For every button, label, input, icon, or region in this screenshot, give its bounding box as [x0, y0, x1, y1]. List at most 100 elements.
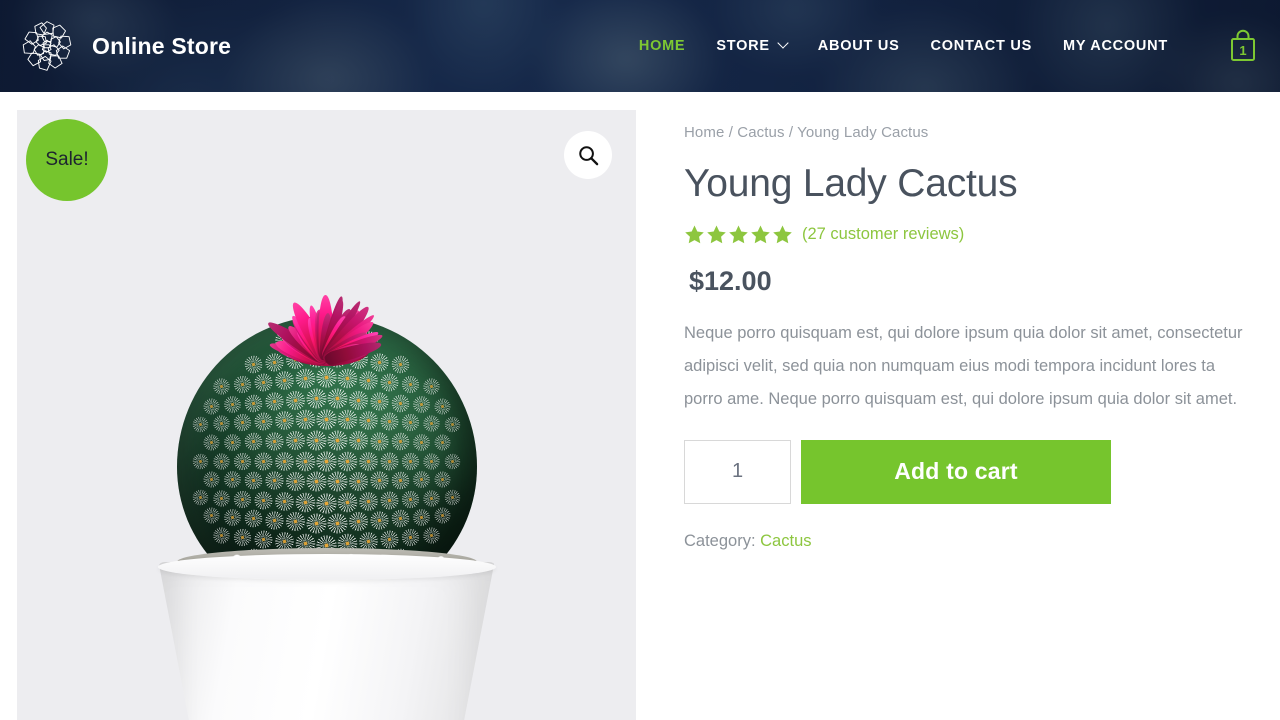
cactus-spine-cluster — [213, 379, 229, 395]
cactus-spine-cluster — [244, 394, 262, 412]
cactus-spine-cluster — [316, 409, 337, 430]
category-link[interactable]: Cactus — [760, 532, 811, 550]
cart-button[interactable]: 1 — [1226, 27, 1260, 65]
cactus-spine-cluster — [265, 472, 283, 490]
nav-item-my-account[interactable]: MY ACCOUNT — [1063, 38, 1168, 54]
cactus-spine-cluster — [316, 367, 337, 388]
chevron-down-icon — [777, 37, 788, 48]
cactus-spine-cluster — [423, 416, 439, 432]
zoom-image-button[interactable] — [564, 131, 612, 179]
breadcrumb-separator-2: / — [789, 124, 793, 141]
cactus-spine-cluster — [244, 433, 262, 451]
quantity-input[interactable] — [684, 440, 791, 504]
site-header: Online Store HOME STORE ABOUT US CONTACT… — [0, 0, 1280, 92]
nav-item-store[interactable]: STORE — [716, 38, 786, 54]
cactus-spine-cluster — [224, 396, 241, 413]
cactus-spine-cluster — [265, 392, 283, 410]
cactus-spine-cluster — [203, 435, 219, 451]
cactus-spine-cluster — [254, 452, 272, 470]
cactus-spine-cluster — [413, 396, 430, 413]
add-to-cart-button[interactable]: Add to cart — [801, 440, 1111, 504]
cactus-spine-cluster — [296, 369, 316, 389]
star-icon — [706, 224, 727, 245]
cactus-spine-cluster — [445, 417, 461, 433]
cactus-spine-cluster — [370, 432, 388, 450]
cactus-spine-cluster — [423, 490, 439, 506]
cactus-spine-cluster — [285, 472, 304, 491]
nav-item-store-label: STORE — [716, 38, 769, 54]
cactus-spine-cluster — [380, 452, 398, 470]
star-icon — [728, 224, 749, 245]
cactus-spine-cluster — [359, 452, 378, 471]
breadcrumb-home[interactable]: Home — [684, 124, 724, 141]
cactus-spine-cluster — [234, 529, 251, 546]
product-price: $12.00 — [684, 266, 1250, 297]
nav-item-contact-us[interactable]: CONTACT US — [931, 38, 1032, 54]
product-details: Home / Cactus / Young Lady Cactus Young … — [684, 92, 1250, 551]
cactus-spine-cluster — [213, 490, 229, 506]
sale-badge: Sale! — [26, 119, 108, 201]
star-icon — [684, 224, 705, 245]
cactus-spine-cluster — [423, 453, 439, 469]
breadcrumb-category[interactable]: Cactus — [737, 124, 784, 141]
star-rating[interactable] — [684, 224, 793, 245]
cactus-spine-cluster — [265, 432, 283, 450]
cactus-spine-cluster — [380, 491, 398, 509]
cactus-spine-cluster — [434, 398, 450, 414]
category-label: Category: — [684, 532, 756, 550]
cactus-spine-cluster — [445, 453, 461, 469]
main-navigation: HOME STORE ABOUT US CONTACT US MY ACCOUN… — [639, 27, 1260, 65]
cactus-spine-cluster — [348, 512, 367, 531]
cactus-spine-cluster — [348, 391, 367, 410]
cactus-spine-cluster — [434, 508, 450, 524]
product-gallery[interactable]: Sale! — [17, 110, 636, 720]
cactus-spine-cluster — [391, 471, 409, 489]
cactus-spine-cluster — [275, 492, 294, 511]
cactus-spine-cluster — [193, 489, 209, 505]
cactus-spine-cluster — [338, 451, 358, 471]
cactus-spine-cluster — [413, 471, 430, 488]
breadcrumb: Home / Cactus / Young Lady Cactus — [684, 124, 1250, 141]
nav-item-about-us[interactable]: ABOUT US — [818, 38, 900, 54]
cactus-spine-cluster — [338, 369, 358, 389]
cactus-spine-cluster — [244, 510, 262, 528]
cactus-spine-cluster — [327, 389, 347, 409]
cactus-spine-cluster — [285, 391, 304, 410]
cactus-spine-cluster — [285, 512, 304, 531]
cactus-spine-cluster — [234, 452, 251, 469]
cactus-spine-cluster — [296, 492, 316, 512]
cactus-spine-cluster — [203, 508, 219, 524]
cactus-spine-cluster — [213, 527, 229, 543]
cactus-spine-cluster — [224, 434, 241, 451]
brand-name: Online Store — [92, 33, 231, 60]
nav-item-home[interactable]: HOME — [639, 38, 686, 54]
cactus-spine-cluster — [306, 389, 326, 409]
brand[interactable]: Online Store — [18, 17, 231, 75]
star-icon — [772, 224, 793, 245]
cactus-spine-cluster — [296, 410, 316, 430]
cactus-spine-cluster — [234, 414, 251, 431]
pot-rim — [158, 554, 496, 580]
cactus-spine-cluster — [445, 489, 461, 505]
cactus-spine-cluster — [423, 379, 439, 395]
cactus-spine-cluster — [402, 490, 419, 507]
cactus-spine-cluster — [402, 376, 419, 393]
nav-item-my-account-label: MY ACCOUNT — [1063, 38, 1168, 54]
product-description: Neque porro quisquam est, qui dolore ips… — [684, 317, 1244, 416]
customer-reviews-link[interactable]: (27 customer reviews) — [802, 225, 964, 244]
cactus-spine-cluster — [254, 374, 272, 392]
cactus-spine-cluster — [434, 435, 450, 451]
cactus-spine-cluster — [391, 433, 409, 451]
cactus-spine-cluster — [413, 509, 430, 526]
cactus-spine-cluster — [359, 412, 378, 431]
cactus-spine-cluster — [306, 472, 326, 492]
product-image — [17, 110, 636, 720]
breadcrumb-current: Young Lady Cactus — [797, 124, 928, 141]
cactus-spine-cluster — [234, 376, 251, 393]
cactus-spine-cluster — [254, 491, 272, 509]
cactus-spine-cluster — [434, 471, 450, 487]
cactus-spine-cluster — [203, 398, 219, 414]
cactus-spine-cluster — [423, 527, 439, 543]
succulent-rosette-logo-icon — [18, 17, 76, 75]
cactus-spine-cluster — [402, 452, 419, 469]
